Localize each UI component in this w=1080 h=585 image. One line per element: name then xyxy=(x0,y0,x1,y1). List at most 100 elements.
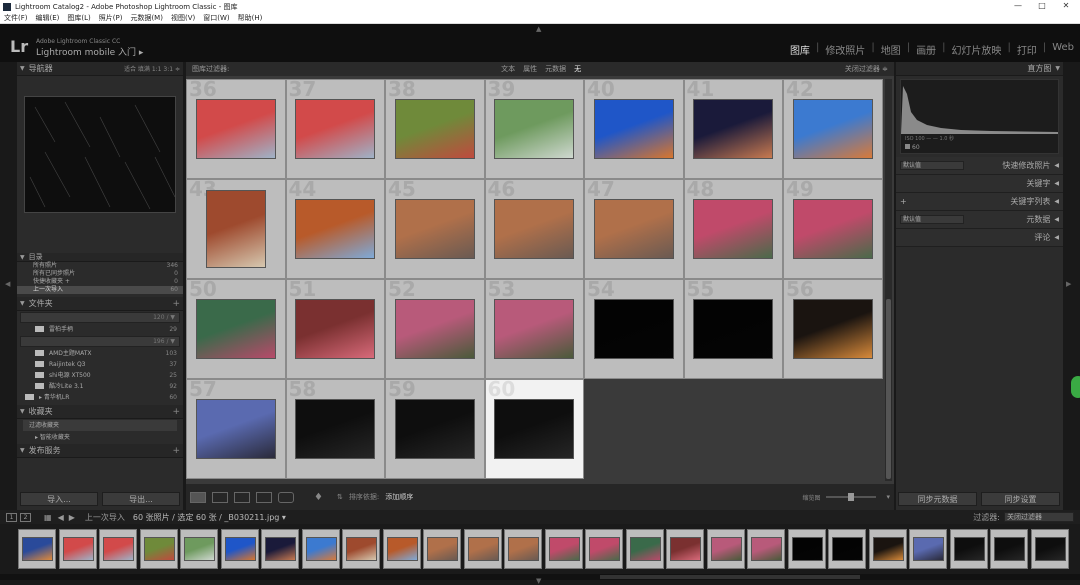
grid-cell[interactable]: 56 xyxy=(783,279,883,379)
menu-edit[interactable]: 编辑(E) xyxy=(36,13,60,23)
comments-header[interactable]: 评论 ◀ xyxy=(896,229,1063,247)
module-slideshow[interactable]: 幻灯片放映 xyxy=(951,42,1001,57)
grid-cell[interactable]: 53 xyxy=(484,279,584,379)
filmstrip-item[interactable] xyxy=(99,529,137,569)
filter-presets[interactable]: 关闭过滤器 ≑ xyxy=(845,64,888,74)
photo-thumbnail[interactable] xyxy=(693,99,774,159)
grid-cell[interactable]: 46 xyxy=(484,179,584,279)
folder-item[interactable]: 雷柏手柄 29 xyxy=(17,324,183,335)
catalog-header[interactable]: ▼ 目录 xyxy=(17,253,183,262)
catalog-item-synced[interactable]: 所有已同步照片 0 xyxy=(17,270,183,278)
filmstrip-item[interactable] xyxy=(868,529,907,569)
grid-cell[interactable]: 40 xyxy=(584,79,684,179)
filmstrip-item[interactable] xyxy=(1030,529,1069,569)
mobile-intro-link[interactable]: Lightroom mobile 入门 ▸ xyxy=(36,45,143,58)
minimize-button[interactable]: — xyxy=(1006,0,1030,13)
forward-arrow-icon[interactable]: ▶ xyxy=(69,513,75,522)
grid-cell[interactable]: 51 xyxy=(285,279,385,379)
grid-cell[interactable]: 41 xyxy=(683,79,783,179)
photo-thumbnail[interactable] xyxy=(295,99,376,159)
filmstrip-item[interactable] xyxy=(301,529,340,569)
smart-collections[interactable]: ▸ 智能收藏夹 xyxy=(17,432,183,443)
filmstrip-item[interactable] xyxy=(382,529,421,569)
catalog-item-all[interactable]: 所有照片 346 xyxy=(17,262,183,270)
grid-cell[interactable]: 59 xyxy=(385,379,485,479)
sync-settings-button[interactable]: 同步设置 xyxy=(981,492,1060,506)
photo-thumbnail[interactable] xyxy=(693,199,774,259)
collapse-left-icon[interactable]: ◀ xyxy=(5,280,10,288)
grid-scrollbar[interactable] xyxy=(885,79,892,481)
close-button[interactable]: ✕ xyxy=(1054,0,1078,13)
navigator-header[interactable]: ▼ 导航器 适合 填满 1:1 3:1 ≑ xyxy=(17,62,183,76)
add-collection-icon[interactable]: + xyxy=(172,407,180,417)
grid-cell[interactable]: 37 xyxy=(285,79,385,179)
filmstrip-item[interactable] xyxy=(990,529,1028,569)
photo-thumbnail[interactable] xyxy=(593,99,674,159)
filmstrip-item[interactable] xyxy=(342,529,380,569)
toolbar-menu-icon[interactable]: ▾ xyxy=(886,493,890,501)
filmstrip-item[interactable] xyxy=(139,529,178,569)
photo-thumbnail[interactable] xyxy=(195,99,276,159)
grid-cell[interactable]: 39 xyxy=(484,79,584,179)
back-arrow-icon[interactable]: ◀ xyxy=(58,513,64,522)
zoom-options[interactable]: 适合 填满 1:1 3:1 ≑ xyxy=(124,64,180,73)
export-button[interactable]: 导出... xyxy=(102,492,180,506)
module-map[interactable]: 地图 xyxy=(881,42,901,57)
filmstrip-item[interactable] xyxy=(949,529,988,569)
photo-thumbnail[interactable] xyxy=(295,399,376,459)
catalog-item-last-import[interactable]: 上一次导入 60 xyxy=(17,286,183,294)
photo-thumbnail[interactable] xyxy=(494,399,575,459)
sort-select[interactable]: 添加顺序 xyxy=(385,492,413,502)
module-book[interactable]: 画册 xyxy=(916,42,936,57)
menu-metadata[interactable]: 元数据(M) xyxy=(130,13,163,23)
catalog-item-quick[interactable]: 快捷收藏夹 + 0 xyxy=(17,278,183,286)
filmstrip-item[interactable] xyxy=(463,529,502,569)
maximize-button[interactable]: □ xyxy=(1030,0,1054,13)
filmstrip-item[interactable] xyxy=(747,529,785,569)
filmstrip-item[interactable] xyxy=(220,529,259,569)
filter-attribute[interactable]: 属性 xyxy=(523,64,537,74)
metadata-header[interactable]: 默认值 元数据 ◀ xyxy=(896,211,1063,229)
keywords-header[interactable]: 关键字 ◀ xyxy=(896,175,1063,193)
photo-thumbnail[interactable] xyxy=(494,199,575,259)
photo-thumbnail[interactable] xyxy=(792,99,873,159)
grid-cell[interactable]: 36 xyxy=(186,79,286,179)
photo-thumbnail[interactable] xyxy=(593,199,674,259)
filmstrip-item[interactable] xyxy=(585,529,623,569)
filter-metadata[interactable]: 元数据 xyxy=(545,64,566,74)
side-tab-badge[interactable] xyxy=(1071,376,1080,398)
histogram-header[interactable]: 直方图 ▼ xyxy=(896,62,1063,76)
grid-cell[interactable]: 47 xyxy=(584,179,684,279)
filmstrip-source[interactable]: 上一次导入 xyxy=(85,512,125,523)
photo-thumbnail[interactable] xyxy=(394,399,475,459)
grid-cell[interactable]: 52 xyxy=(385,279,485,379)
filmstrip-filter-select[interactable]: 关闭过滤器 xyxy=(1004,512,1074,522)
photo-thumbnail[interactable] xyxy=(205,190,266,268)
volume-bar-1[interactable]: 120 / ▼ xyxy=(20,312,180,323)
photo-thumbnail[interactable] xyxy=(394,299,475,359)
filmstrip-item[interactable] xyxy=(18,529,56,569)
filter-none[interactable]: 无 xyxy=(574,64,581,74)
grid-cell[interactable]: 42 xyxy=(783,79,883,179)
grid-cell[interactable]: 57 xyxy=(186,379,286,479)
grid-cell[interactable]: 38 xyxy=(385,79,485,179)
photo-thumbnail[interactable] xyxy=(295,299,376,359)
module-develop[interactable]: 修改照片 xyxy=(825,42,865,57)
grid-cell[interactable]: 60 xyxy=(484,379,584,479)
filmstrip-item[interactable] xyxy=(504,529,542,569)
compare-view-icon[interactable] xyxy=(234,491,250,503)
window-2-button[interactable]: 2 xyxy=(20,512,31,522)
filmstrip-item[interactable] xyxy=(666,529,704,569)
menu-file[interactable]: 文件(F) xyxy=(4,13,28,23)
filmstrip-item[interactable] xyxy=(828,529,866,569)
photo-thumbnail[interactable] xyxy=(792,199,873,259)
folder-item[interactable]: 酷冷Lite 3.1 92 xyxy=(17,381,183,392)
folder-item[interactable]: ▸ 青华机LR 60 xyxy=(17,392,183,403)
photo-thumbnail[interactable] xyxy=(195,399,276,459)
add-publish-icon[interactable]: + xyxy=(172,446,180,456)
selection-info[interactable]: 60 张照片 / 选定 60 张 / _B030211.jpg ▾ xyxy=(133,512,286,523)
navigator-preview[interactable] xyxy=(24,96,176,213)
filmstrip-item[interactable] xyxy=(261,529,299,569)
grid-cell[interactable]: 54 xyxy=(584,279,684,379)
grid-cell[interactable]: 45 xyxy=(385,179,485,279)
